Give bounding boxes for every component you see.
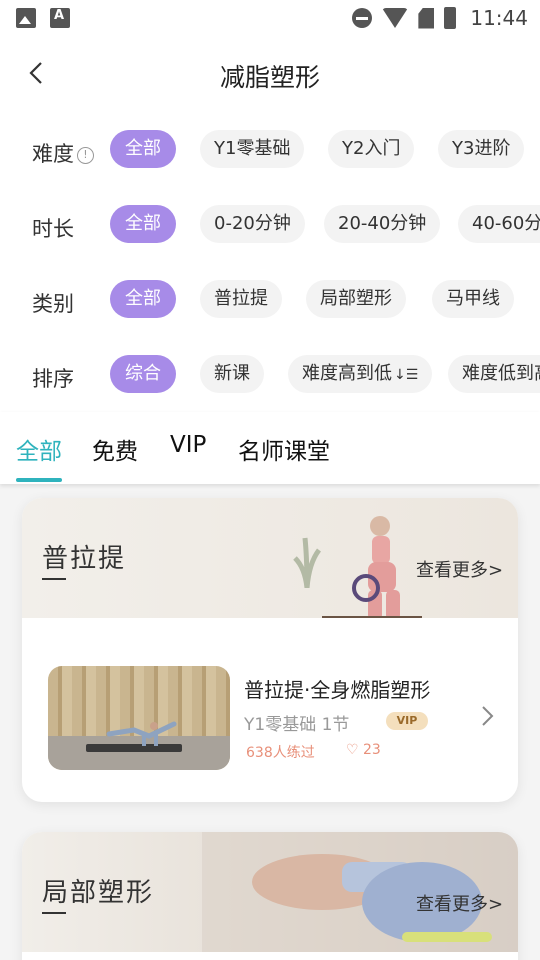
section-header-pilates: 普拉提 查看更多>	[22, 498, 518, 618]
do-not-disturb-icon	[352, 8, 373, 28]
chevron-right-icon	[482, 706, 494, 726]
tab-all[interactable]: 全部	[16, 432, 62, 466]
plant-illustration	[293, 537, 322, 588]
section-card-toning: 局部塑形 查看更多>	[22, 832, 518, 960]
filter-row-sort: 排序 综合 新课 难度高到低↓☰ 难度低到高	[0, 355, 540, 399]
course-thumbnail	[48, 666, 230, 770]
chip-category-abs[interactable]: 马甲线	[432, 280, 514, 318]
filter-label-difficulty: 难度!	[32, 138, 94, 168]
chip-difficulty-y1[interactable]: Y1零基础	[200, 130, 305, 168]
section-card-pilates: 普拉提 查看更多> 普拉提·全身燃脂塑形 Y1零基础 1节 VIP 638人练过…	[22, 498, 518, 802]
chip-category-pilates[interactable]: 普拉提	[200, 280, 282, 318]
course-item[interactable]: 普拉提·全身燃脂塑形 Y1零基础 1节 VIP 638人练过 ♡ 23	[22, 618, 518, 802]
info-icon[interactable]: !	[77, 147, 94, 164]
section-title: 局部塑形	[42, 878, 155, 908]
top-bar: 减脂塑形	[0, 36, 540, 112]
see-more-link[interactable]: 查看更多>	[416, 556, 503, 582]
section-title-underline	[42, 578, 66, 580]
likes: ♡ 23	[346, 742, 381, 758]
filter-row-difficulty: 难度! 全部 Y1零基础 Y2入门 Y3进阶	[0, 130, 540, 174]
filter-label-category: 类别	[32, 292, 74, 316]
image-notification-icon	[16, 8, 36, 28]
heart-icon: ♡	[346, 742, 364, 758]
chip-category-all[interactable]: 全部	[110, 280, 176, 318]
section-title-underline	[42, 912, 66, 914]
chip-duration-all[interactable]: 全部	[110, 205, 176, 243]
course-title: 普拉提·全身燃脂塑形	[244, 678, 431, 702]
course-meta: Y1零基础 1节	[244, 715, 350, 735]
exercise-figure	[106, 721, 177, 746]
battery-icon	[444, 7, 457, 29]
status-bar: 11:44	[0, 0, 540, 36]
vip-badge: VIP	[386, 712, 428, 730]
filter-row-category: 类别 全部 普拉提 局部塑形 马甲线	[0, 280, 540, 324]
chip-duration-0-20[interactable]: 0-20分钟	[200, 205, 305, 243]
no-sim-icon	[418, 7, 435, 29]
chip-sort-easy-to-hard[interactable]: 难度低到高	[448, 355, 540, 393]
filter-label-difficulty-text: 难度	[32, 142, 74, 166]
filter-row-duration: 时长 全部 0-20分钟 20-40分钟 40-60分钟	[0, 205, 540, 249]
chip-difficulty-all[interactable]: 全部	[110, 130, 176, 168]
chip-sort-hard-to-easy[interactable]: 难度高到低 ↓☰	[288, 355, 433, 393]
see-more-link[interactable]: 查看更多>	[416, 890, 503, 916]
likes-count: 23	[363, 742, 381, 758]
chip-sort-overall[interactable]: 综合	[110, 355, 176, 393]
practice-count: 638人练过	[246, 745, 315, 761]
tab-indicator	[16, 478, 62, 482]
filter-panel: 难度! 全部 Y1零基础 Y2入门 Y3进阶 时长 全部 0-20分钟 20-4…	[0, 112, 540, 412]
page-title: 减脂塑形	[219, 63, 320, 92]
chip-category-toning[interactable]: 局部塑形	[306, 280, 406, 318]
instructor-illustration	[322, 516, 422, 618]
sort-desc-icon: ↓☰	[394, 367, 419, 383]
section-title: 普拉提	[42, 544, 127, 574]
chip-duration-20-40[interactable]: 20-40分钟	[324, 205, 441, 243]
filter-label-duration: 时长	[32, 217, 74, 241]
chip-duration-40-60[interactable]: 40-60分钟	[458, 205, 540, 243]
filter-label-sort: 排序	[32, 367, 74, 391]
content-tabs: 全部 免费 VIP 名师课堂	[0, 412, 540, 484]
tab-master-class[interactable]: 名师课堂	[238, 432, 330, 466]
wifi-icon	[382, 8, 409, 28]
tab-vip[interactable]: VIP	[170, 432, 206, 458]
chip-difficulty-y3[interactable]: Y3进阶	[438, 130, 525, 168]
tab-free[interactable]: 免费	[92, 432, 138, 466]
section-header-toning: 局部塑形 查看更多>	[22, 832, 518, 952]
chip-sort-hard-to-easy-label: 难度高到低	[302, 363, 392, 384]
chip-difficulty-y2[interactable]: Y2入门	[328, 130, 415, 168]
font-notification-icon	[50, 8, 70, 28]
status-time: 11:44	[470, 6, 528, 30]
chip-sort-new[interactable]: 新课	[200, 355, 264, 393]
